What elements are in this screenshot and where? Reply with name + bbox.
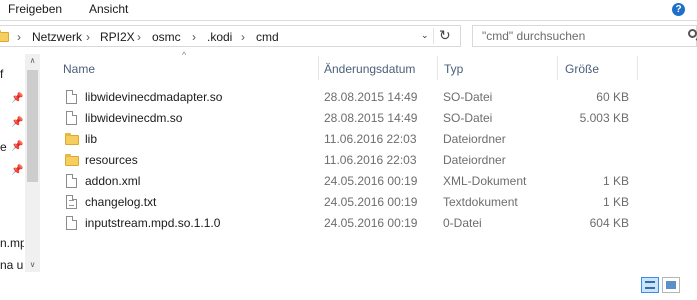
file-date: 11.06.2016 22:03	[324, 153, 417, 167]
file-icon	[66, 111, 77, 125]
search-box[interactable]	[472, 25, 697, 47]
column-header-name[interactable]: Name	[63, 62, 95, 76]
address-divider	[433, 28, 434, 44]
column-separator[interactable]	[637, 56, 638, 80]
file-list-scroll-area[interactable]	[687, 52, 697, 270]
file-date: 11.06.2016 22:03	[324, 132, 417, 146]
pin-icon[interactable]: 📌	[11, 142, 23, 152]
column-header-type[interactable]: Typ	[444, 62, 463, 76]
breadcrumb-netzwerk[interactable]: Netzwerk	[32, 30, 82, 44]
file-type: Textdokument	[443, 195, 518, 209]
nav-item-fragment[interactable]: n.mp	[0, 236, 24, 250]
tab-view[interactable]: Ansicht	[89, 2, 128, 16]
pin-icon[interactable]: 📌	[11, 118, 23, 128]
folder-icon	[65, 133, 79, 145]
ribbon-tabs: Freigeben Ansicht ?	[0, 0, 697, 21]
scroll-down-icon[interactable]: ∨	[25, 258, 40, 272]
tab-share[interactable]: Freigeben	[8, 2, 62, 16]
column-separator[interactable]	[318, 56, 319, 80]
file-date: 28.08.2015 14:49	[324, 111, 418, 125]
file-size: 60 KB	[596, 90, 629, 104]
address-bar[interactable]: › Netzwerk › RPI2X › osmc › .kodi › cmd …	[0, 25, 461, 47]
text-file-icon	[66, 195, 77, 209]
file-date: 24.05.2016 00:19	[324, 174, 418, 188]
pin-icon[interactable]: 📌	[11, 94, 23, 104]
file-name: changelog.txt	[85, 195, 157, 209]
file-date: 24.05.2016 00:19	[324, 195, 418, 209]
nav-item-fragment[interactable]: f	[0, 67, 24, 81]
file-icon	[66, 90, 77, 104]
column-separator[interactable]	[557, 56, 558, 80]
file-row[interactable]: changelog.txt 24.05.2016 00:19 Textdokum…	[55, 192, 635, 213]
address-dropdown-icon[interactable]: ⌄	[421, 30, 429, 41]
column-header-size[interactable]: Größe	[565, 62, 599, 76]
nav-scrollbar[interactable]: ∧ ∨	[25, 54, 40, 272]
file-type: XML-Dokument	[443, 174, 527, 188]
file-row[interactable]: libwidevinecdm.so 28.08.2015 14:49 SO-Da…	[55, 108, 635, 129]
breadcrumb-separator[interactable]: ›	[137, 30, 141, 44]
file-type: SO-Datei	[443, 90, 493, 104]
file-date: 28.08.2015 14:49	[324, 90, 418, 104]
file-type: Dateiordner	[443, 153, 506, 167]
scroll-up-icon[interactable]: ∧	[25, 54, 40, 68]
breadcrumb-kodi[interactable]: .kodi	[207, 30, 232, 44]
nav-item-fragment[interactable]: na ur	[0, 258, 24, 272]
file-type: 0-Datei	[443, 216, 482, 230]
breadcrumb-cmd[interactable]: cmd	[256, 30, 279, 44]
file-date: 24.05.2016 00:19	[324, 216, 418, 230]
file-size: 1 KB	[602, 174, 629, 188]
file-row[interactable]: addon.xml 24.05.2016 00:19 XML-Dokument …	[55, 171, 635, 192]
explorer-window: Freigeben Ansicht ? › Netzwerk › RPI2X ›…	[0, 0, 697, 300]
column-separator[interactable]	[437, 56, 438, 80]
file-size: 5.003 KB	[579, 111, 629, 125]
sort-indicator-icon: ^	[182, 50, 187, 60]
breadcrumb-separator[interactable]: ›	[192, 30, 196, 44]
file-name: addon.xml	[85, 174, 141, 188]
scroll-thumb[interactable]	[27, 70, 38, 182]
search-icon[interactable]	[688, 29, 697, 38]
folder-name: resources	[85, 153, 138, 167]
file-size: 1 KB	[602, 195, 629, 209]
file-type: SO-Datei	[443, 111, 493, 125]
help-icon[interactable]: ?	[672, 3, 685, 16]
view-details-icon[interactable]	[641, 277, 659, 293]
folder-name: lib	[85, 132, 98, 146]
file-name: inputstream.mpd.so.1.1.0	[85, 216, 221, 230]
breadcrumb-rpi2x[interactable]: RPI2X	[100, 30, 135, 44]
folder-icon	[65, 154, 79, 166]
file-icon	[66, 216, 77, 230]
breadcrumb-osmc[interactable]: osmc	[152, 30, 181, 44]
view-tiles-icon[interactable]	[662, 277, 680, 293]
breadcrumb-separator[interactable]: ›	[86, 30, 90, 44]
refresh-icon[interactable]: ↻	[439, 27, 451, 44]
column-header-date[interactable]: Änderungsdatum	[324, 62, 415, 76]
folder-row[interactable]: lib 11.06.2016 22:03 Dateiordner	[55, 129, 635, 150]
file-name: libwidevinecdm.so	[85, 111, 183, 125]
folder-icon	[0, 30, 9, 42]
search-input[interactable]	[473, 26, 682, 46]
folder-row[interactable]: resources 11.06.2016 22:03 Dateiordner	[55, 150, 635, 171]
pin-icon[interactable]: 📌	[11, 166, 23, 176]
breadcrumb-separator[interactable]: ›	[241, 30, 245, 44]
file-row[interactable]: libwidevinecdmadapter.so 28.08.2015 14:4…	[55, 87, 635, 108]
file-name: libwidevinecdmadapter.so	[85, 90, 223, 104]
breadcrumb-separator[interactable]: ›	[17, 30, 21, 44]
file-icon	[66, 174, 77, 188]
file-type: Dateiordner	[443, 132, 506, 146]
file-row[interactable]: inputstream.mpd.so.1.1.0 24.05.2016 00:1…	[55, 213, 635, 234]
navigation-pane: f 📌 📌 e 📌 📌 n.mp na ur ∧ ∨	[0, 54, 40, 274]
file-size: 604 KB	[589, 216, 629, 230]
